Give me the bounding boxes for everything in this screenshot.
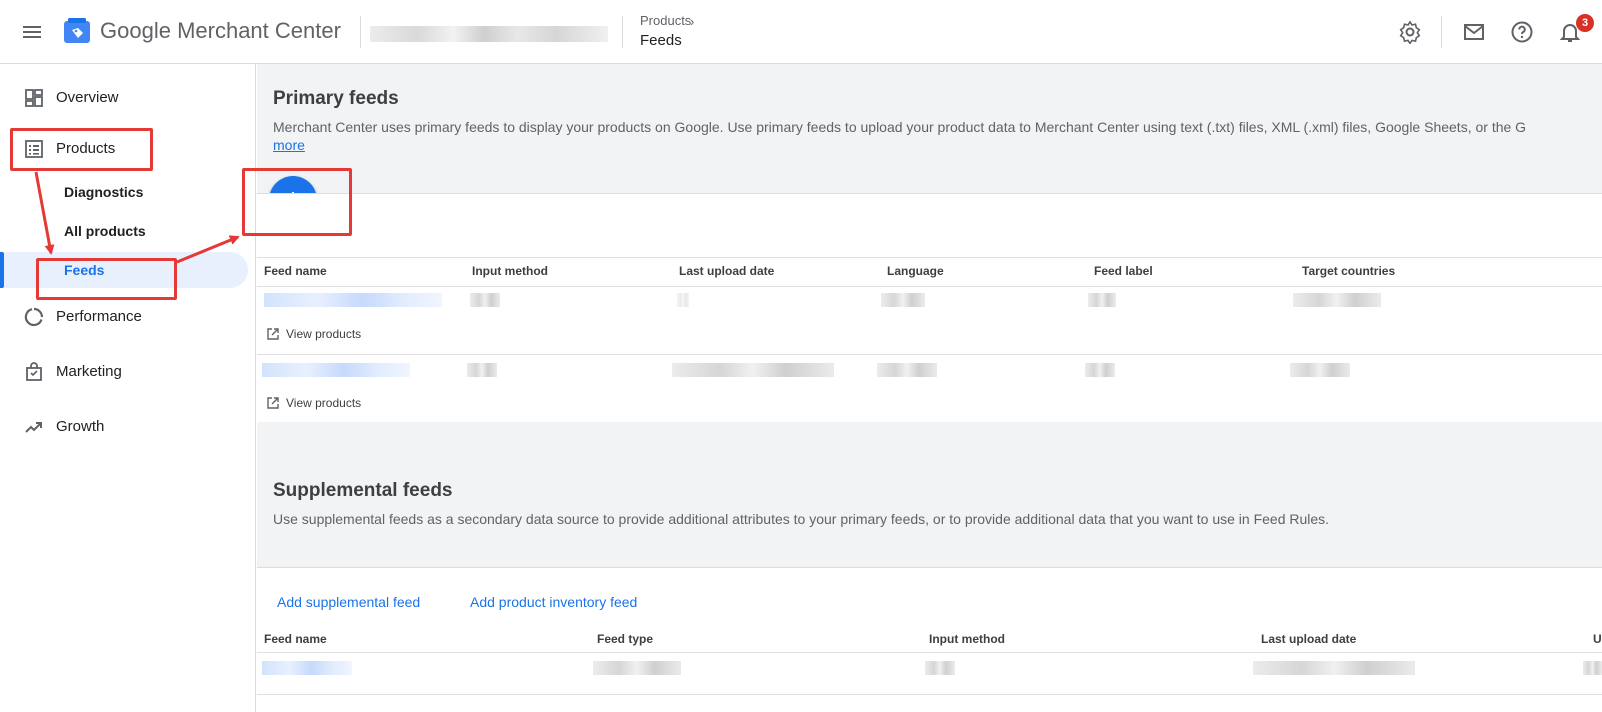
add-inventory-feed-button[interactable]: Add product inventory feed	[470, 594, 637, 610]
input-method-value	[925, 661, 955, 675]
trend-icon	[25, 422, 42, 433]
sidebar-item-label: Products	[56, 140, 116, 157]
column-header[interactable]: Feed label	[1094, 264, 1153, 278]
learn-more-link[interactable]: more	[273, 137, 305, 153]
open-external-icon	[267, 397, 279, 409]
column-header[interactable]: U	[1593, 632, 1602, 646]
bag-icon	[26, 362, 42, 381]
sidebar-item-label: Performance	[56, 308, 142, 325]
column-header[interactable]: Last upload date	[1261, 632, 1356, 646]
sidebar-item-growth[interactable]: Growth	[0, 407, 256, 447]
feed-type-value	[593, 661, 681, 675]
last-upload-value	[1253, 661, 1415, 675]
sidebar-subitem-all-products[interactable]: All products	[0, 213, 256, 249]
upload-status-value	[1583, 661, 1602, 675]
feed-name-link[interactable]	[262, 363, 410, 377]
add-supplemental-feed-button[interactable]: Add supplemental feed	[277, 594, 420, 610]
input-method-value	[467, 363, 497, 377]
breadcrumb-parent[interactable]: Products	[640, 13, 691, 28]
feed-label-value	[1088, 293, 1116, 307]
last-upload-value	[677, 293, 689, 307]
sidebar-item-label: Marketing	[56, 363, 122, 380]
sidebar-item-marketing[interactable]: Marketing	[0, 352, 256, 392]
main-content: Primary feeds Merchant Center uses prima…	[257, 64, 1602, 712]
target-countries-value	[1290, 363, 1350, 377]
sidebar-item-performance[interactable]: Performance	[0, 297, 256, 337]
supplemental-feeds-description: Use supplemental feeds as a secondary da…	[273, 511, 1330, 527]
brand-title[interactable]: Google Merchant Center	[100, 18, 341, 44]
input-method-value	[470, 293, 500, 307]
sidebar: Overview Products Diagnostics All produc…	[0, 64, 256, 712]
gear-icon[interactable]	[1398, 20, 1422, 44]
sidebar-item-label: Growth	[56, 418, 105, 435]
column-header[interactable]: Feed name	[264, 264, 327, 278]
sidebar-item-label: Overview	[56, 89, 119, 106]
language-value	[881, 293, 925, 307]
help-icon[interactable]	[1510, 20, 1534, 44]
table-divider	[257, 286, 1602, 287]
header-divider	[1441, 16, 1442, 48]
column-header[interactable]: Last upload date	[679, 264, 774, 278]
view-products-link[interactable]: View products	[266, 396, 361, 410]
column-header[interactable]: Input method	[929, 632, 1005, 646]
sidebar-subitem-label: Diagnostics	[64, 184, 144, 200]
table-divider	[257, 257, 1602, 258]
sidebar-subitem-label: All products	[64, 223, 146, 239]
brand-google: Google	[100, 18, 171, 43]
column-header[interactable]: Language	[887, 264, 944, 278]
table-divider	[257, 652, 1602, 653]
sidebar-item-overview[interactable]: Overview	[0, 78, 256, 118]
sidebar-subitem-diagnostics[interactable]: Diagnostics	[0, 174, 256, 210]
header-divider	[622, 16, 623, 48]
page-title: Feeds	[640, 32, 682, 49]
list-icon	[25, 140, 43, 158]
target-countries-value	[1293, 293, 1381, 307]
last-upload-value	[672, 363, 834, 377]
active-indicator	[0, 252, 4, 288]
column-header[interactable]: Feed name	[264, 632, 327, 646]
primary-feeds-table: Feed name Input method Last upload date …	[257, 193, 1602, 422]
primary-feeds-description: Merchant Center uses primary feeds to di…	[273, 119, 1527, 135]
view-products-link[interactable]: View products	[266, 327, 361, 341]
open-external-icon	[267, 328, 279, 340]
breadcrumb-chevron-icon: ›	[690, 14, 695, 29]
donut-icon	[24, 307, 44, 326]
primary-feeds-title: Primary feeds	[273, 88, 399, 109]
dashboard-icon	[25, 89, 43, 107]
merchant-logo-icon	[64, 18, 90, 43]
supplemental-feeds-title: Supplemental feeds	[273, 480, 453, 501]
top-app-bar: Google Merchant Center Products › Feeds …	[0, 0, 1602, 64]
language-value	[877, 363, 937, 377]
feed-name-link[interactable]	[264, 293, 442, 307]
feed-name-link[interactable]	[262, 661, 352, 675]
brand-product: Merchant Center	[177, 18, 341, 43]
mail-icon[interactable]	[1462, 20, 1486, 44]
view-products-label: View products	[286, 327, 362, 341]
table-row-divider	[257, 694, 1602, 695]
column-header[interactable]: Feed type	[597, 632, 653, 646]
supplemental-feeds-table: Add supplemental feed Add product invent…	[257, 567, 1602, 712]
table-row-divider	[257, 354, 1602, 355]
column-header[interactable]: Target countries	[1302, 264, 1395, 278]
view-products-label: View products	[286, 396, 362, 410]
sidebar-subitem-feeds[interactable]: Feeds	[0, 252, 248, 288]
notification-badge: 3	[1576, 14, 1594, 32]
menu-icon[interactable]	[20, 20, 44, 44]
column-header[interactable]: Input method	[472, 264, 548, 278]
header-divider	[360, 16, 361, 48]
account-selector[interactable]	[370, 26, 608, 42]
sidebar-item-products[interactable]: Products	[0, 129, 256, 169]
sidebar-subitem-label: Feeds	[64, 262, 105, 278]
feed-label-value	[1085, 363, 1115, 377]
